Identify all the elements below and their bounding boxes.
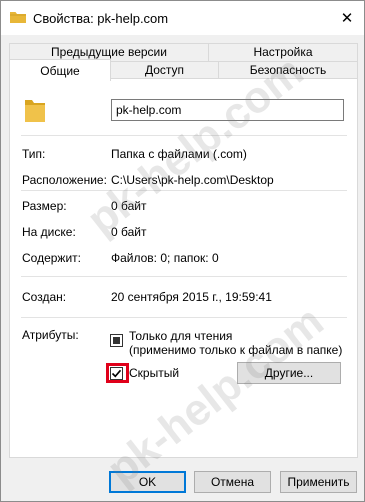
tab-label: Общие [40, 64, 80, 78]
readonly-checkbox[interactable] [110, 334, 123, 347]
tab-general[interactable]: Общие [9, 59, 111, 81]
tab-label: Безопасность [249, 63, 327, 77]
contains-label: Содержит: [22, 251, 81, 265]
tab-label: Настройка [253, 45, 313, 59]
type-value: Папка с файлами (.com) [111, 147, 247, 161]
folder-icon [25, 100, 45, 122]
tab-customize[interactable]: Настройка [208, 43, 358, 62]
apply-button[interactable]: Применить [280, 471, 357, 493]
attributes-label: Атрибуты: [22, 328, 79, 342]
created-label: Создан: [22, 290, 67, 304]
highlight-frame [106, 363, 129, 383]
location-value: C:\Users\pk-help.com\Desktop [111, 173, 274, 187]
readonly-sublabel: (применимо только к файлам в папке) [129, 343, 343, 357]
tab-label: Предыдущие версии [51, 45, 167, 59]
close-icon: ✕ [340, 10, 354, 27]
created-value: 20 сентября 2015 г., 19:59:41 [111, 290, 272, 304]
indeterminate-mark [113, 337, 120, 344]
hidden-label: Скрытый [129, 366, 180, 380]
divider [21, 190, 347, 191]
window-title: Свойства: pk-help.com [33, 11, 169, 26]
folder-name-input[interactable] [111, 99, 344, 121]
folder-icon [10, 12, 26, 23]
divider [21, 135, 347, 136]
properties-window: Свойства: pk-help.com ✕ Предыдущие верси… [0, 0, 365, 502]
cancel-button[interactable]: Отмена [194, 471, 271, 493]
size-on-disk-label: На диске: [22, 225, 76, 239]
size-value: 0 байт [111, 199, 147, 213]
size-on-disk-value: 0 байт [111, 225, 147, 239]
location-label: Расположение: [22, 173, 107, 187]
divider [21, 276, 347, 277]
type-label: Тип: [22, 147, 46, 161]
divider [21, 317, 347, 318]
contains-value: Файлов: 0; папок: 0 [111, 251, 219, 265]
tab-label: Доступ [144, 63, 185, 77]
title-bar: Свойства: pk-help.com ✕ [1, 1, 364, 35]
close-button[interactable]: ✕ [330, 1, 364, 35]
readonly-label: Только для чтения [129, 329, 233, 343]
ok-button[interactable]: OK [109, 471, 186, 493]
size-label: Размер: [22, 199, 67, 213]
advanced-button[interactable]: Другие... [237, 362, 341, 384]
